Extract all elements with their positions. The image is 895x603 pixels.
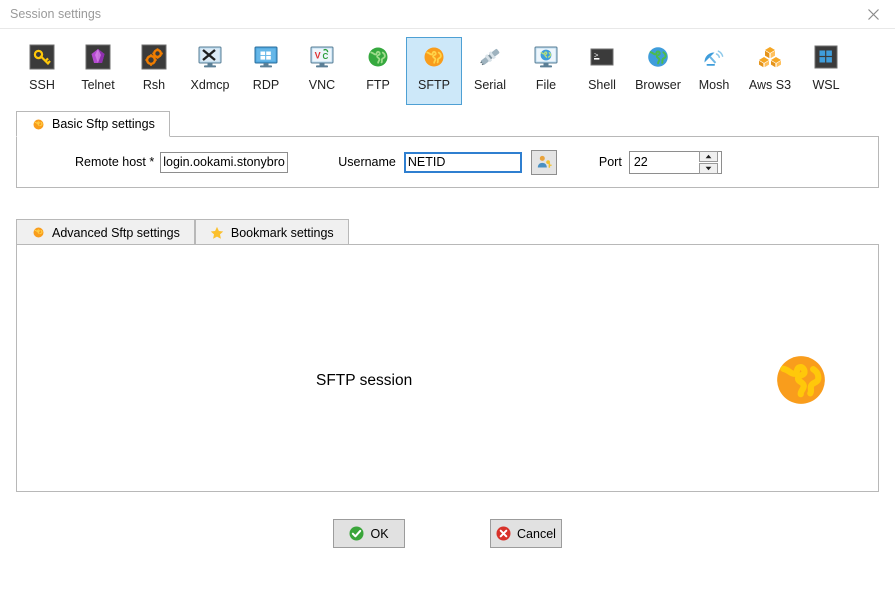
ftp-globe-icon (364, 43, 392, 71)
session-type-label: Xdmcp (191, 78, 230, 92)
ok-button[interactable]: OK (333, 519, 405, 548)
session-type-vnc[interactable]: V C VNC (294, 37, 350, 105)
port-control: Port 22 (599, 151, 722, 174)
session-type-label: File (536, 78, 556, 92)
session-type-toolbar: SSH Telnet (0, 29, 895, 109)
cancel-button[interactable]: Cancel (490, 519, 562, 548)
port-decrement-button[interactable] (699, 163, 718, 174)
tab-label: Basic Sftp settings (52, 117, 155, 131)
shell-terminal-icon: > (588, 43, 616, 71)
session-type-aws-s3[interactable]: Aws S3 (742, 37, 798, 105)
dialog-button-bar: OK Cancel (0, 519, 895, 548)
sftp-globe-watermark (770, 349, 832, 414)
chevron-up-icon (705, 154, 712, 159)
telnet-gem-icon (84, 43, 112, 71)
file-monitor-icon (532, 43, 560, 71)
xdmcp-monitor-icon (196, 43, 224, 71)
session-type-wsl[interactable]: WSL (798, 37, 854, 105)
session-type-label: SFTP (418, 78, 450, 92)
sftp-session-panel: SFTP session (16, 244, 879, 492)
port-label: Port (599, 155, 622, 169)
lower-tabstrip: Advanced Sftp settings Bookmark settings (0, 217, 895, 245)
session-type-label: Rsh (143, 78, 165, 92)
session-type-label: Shell (588, 78, 616, 92)
ssh-key-icon (28, 43, 56, 71)
session-type-label: Aws S3 (749, 78, 791, 92)
session-type-label: RDP (253, 78, 279, 92)
basic-settings-tabstrip: Basic Sftp settings (0, 109, 895, 137)
rsh-gears-icon (140, 43, 168, 71)
username-label: Username (338, 155, 396, 169)
tab-label: Advanced Sftp settings (52, 226, 180, 240)
session-type-label: Browser (635, 78, 681, 92)
session-type-ssh[interactable]: SSH (14, 37, 70, 105)
chevron-down-icon (705, 166, 712, 171)
session-type-label: VNC (309, 78, 335, 92)
sftp-globe-icon (420, 43, 448, 71)
orange-globe-icon (31, 117, 45, 131)
cancel-button-label: Cancel (517, 527, 556, 541)
session-type-xdmcp[interactable]: Xdmcp (182, 37, 238, 105)
serial-plug-icon (476, 43, 504, 71)
session-type-label: WSL (812, 78, 839, 92)
close-icon (867, 8, 880, 21)
session-type-rdp[interactable]: RDP (238, 37, 294, 105)
session-type-ftp[interactable]: FTP (350, 37, 406, 105)
basic-settings-panel: Remote host * Username Port 22 (16, 136, 879, 188)
session-type-telnet[interactable]: Telnet (70, 37, 126, 105)
vnc-monitor-icon: V C (308, 43, 336, 71)
orange-globe-icon (770, 349, 832, 411)
session-type-label: Telnet (81, 78, 114, 92)
session-type-browser[interactable]: Browser (630, 37, 686, 105)
user-key-icon (536, 154, 552, 170)
session-type-sftp[interactable]: SFTP (406, 37, 462, 105)
red-x-icon (496, 526, 511, 541)
svg-text:V: V (315, 51, 321, 61)
svg-text:C: C (323, 52, 329, 61)
remote-host-input[interactable] (160, 152, 288, 173)
tab-label: Bookmark settings (231, 226, 334, 240)
star-icon (210, 226, 224, 240)
tab-basic-sftp-settings[interactable]: Basic Sftp settings (16, 111, 170, 137)
rdp-monitor-icon (252, 43, 280, 71)
port-value[interactable]: 22 (629, 151, 665, 174)
remote-host-label: Remote host * (75, 155, 154, 169)
session-type-label: Serial (474, 78, 506, 92)
tab-advanced-sftp-settings[interactable]: Advanced Sftp settings (16, 219, 195, 245)
port-spinner (665, 151, 722, 174)
username-input[interactable] (404, 152, 522, 173)
orange-globe-icon (31, 226, 45, 240)
port-increment-button[interactable] (699, 151, 718, 162)
session-type-rsh[interactable]: Rsh (126, 37, 182, 105)
wsl-windows-icon (812, 43, 840, 71)
session-type-shell[interactable]: > Shell (574, 37, 630, 105)
ok-button-label: OK (370, 527, 388, 541)
session-type-label: SSH (29, 78, 55, 92)
title-bar: Session settings (0, 0, 895, 29)
user-credentials-button[interactable] (531, 150, 557, 175)
session-type-serial[interactable]: Serial (462, 37, 518, 105)
session-type-mosh[interactable]: Mosh (686, 37, 742, 105)
window-title: Session settings (10, 7, 101, 21)
close-button[interactable] (851, 0, 895, 28)
session-type-heading: SFTP session (316, 372, 412, 390)
browser-globe-icon (644, 43, 672, 71)
session-type-label: Mosh (699, 78, 730, 92)
aws-s3-cubes-icon (756, 43, 784, 71)
session-type-file[interactable]: File (518, 37, 574, 105)
green-check-icon (349, 526, 364, 541)
mosh-satellite-icon (700, 43, 728, 71)
tab-bookmark-settings[interactable]: Bookmark settings (195, 219, 349, 245)
session-type-label: FTP (366, 78, 390, 92)
